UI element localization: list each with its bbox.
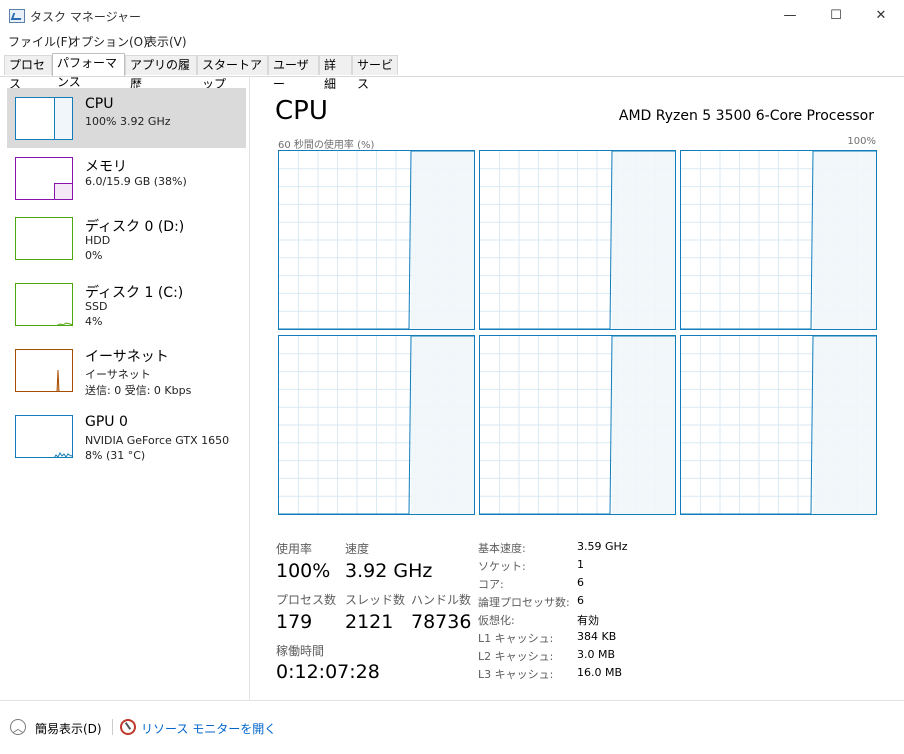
tab-processes[interactable]: プロセス bbox=[4, 55, 52, 91]
sidebar-disk1-type: SSD bbox=[85, 300, 108, 313]
spec-value: 384 KB bbox=[577, 630, 617, 643]
core-graph-5 bbox=[680, 335, 877, 515]
handle-count-value: 78736 bbox=[411, 611, 472, 633]
spec-label: 仮想化: bbox=[478, 614, 515, 627]
process-count-value: 179 bbox=[276, 611, 313, 633]
sidebar-item-memory[interactable]: メモリ 6.0/15.9 GB (38%) bbox=[7, 148, 246, 208]
spec-label: 論理プロセッサ数: bbox=[478, 596, 570, 609]
close-button[interactable]: ✕ bbox=[858, 0, 904, 31]
sidebar-cpu-title: CPU bbox=[85, 96, 114, 112]
cpu-thumbnail-graph bbox=[15, 97, 73, 140]
sidebar-disk0-title: ディスク 0 (D:) bbox=[85, 219, 185, 235]
chevron-up-icon[interactable]: ︿ bbox=[10, 719, 26, 735]
core-graph-0 bbox=[278, 150, 475, 330]
sidebar-ethernet-title: イーサネット bbox=[85, 349, 169, 365]
core-graph-4 bbox=[479, 335, 676, 515]
spec-value: 16.0 MB bbox=[577, 666, 623, 679]
spec-label: コア: bbox=[478, 578, 504, 591]
spec-value: 6 bbox=[577, 576, 584, 589]
sidebar-disk1-usage: 4% bbox=[85, 315, 103, 328]
uptime-label: 稼働時間 bbox=[276, 644, 325, 658]
footer-divider bbox=[112, 719, 113, 735]
sidebar-gpu-model: NVIDIA GeForce GTX 1650 bbox=[85, 434, 230, 447]
window-title: タスク マネージャー bbox=[30, 10, 141, 24]
spec-label: ソケット: bbox=[478, 560, 526, 573]
menu-view[interactable]: 表示(V) bbox=[145, 33, 187, 50]
tab-details[interactable]: 詳細 bbox=[319, 55, 352, 91]
thread-count-value: 2121 bbox=[345, 611, 394, 633]
process-count-label: プロセス数 bbox=[276, 593, 337, 607]
speed-label: 速度 bbox=[345, 542, 370, 556]
gpu-thumbnail-graph bbox=[15, 415, 73, 458]
spec-value: 1 bbox=[577, 558, 584, 571]
fewer-details-button[interactable]: 簡易表示(D) bbox=[35, 720, 102, 737]
spec-label: L1 キャッシュ: bbox=[478, 632, 554, 645]
tab-performance[interactable]: パフォーマンス bbox=[52, 53, 125, 89]
task-manager-icon bbox=[9, 9, 25, 23]
uptime-value: 0:12:07:28 bbox=[276, 661, 380, 683]
spec-label: 基本速度: bbox=[478, 542, 526, 555]
core-graph-2 bbox=[680, 150, 877, 330]
menu-options[interactable]: オプション(O) bbox=[69, 33, 148, 50]
tab-app-history[interactable]: アプリの履歴 bbox=[125, 55, 197, 91]
graph-max-label: 100% bbox=[847, 136, 876, 147]
sidebar-memory-usage: 6.0/15.9 GB (38%) bbox=[85, 175, 187, 188]
sidebar-ethernet-throughput: 送信: 0 受信: 0 Kbps bbox=[85, 384, 192, 397]
sidebar-memory-title: メモリ bbox=[85, 159, 127, 175]
sidebar-disk1-title: ディスク 1 (C:) bbox=[85, 285, 184, 301]
core-graph-3 bbox=[278, 335, 475, 515]
tab-services[interactable]: サービス bbox=[352, 55, 398, 91]
sidebar-item-disk-1[interactable]: ディスク 1 (C:) SSD 4% bbox=[7, 274, 246, 334]
open-resource-monitor-link[interactable]: リソース モニターを開く bbox=[141, 720, 276, 737]
page-title: CPU bbox=[275, 96, 328, 126]
sidebar-item-disk-0[interactable]: ディスク 0 (D:) HDD 0% bbox=[7, 208, 246, 268]
spec-label: L3 キャッシュ: bbox=[478, 668, 554, 681]
sidebar-ethernet-name: イーサネット bbox=[85, 368, 151, 381]
core-graph-1 bbox=[479, 150, 676, 330]
spec-value: 3.0 MB bbox=[577, 648, 616, 661]
spec-value: 有効 bbox=[577, 614, 599, 627]
tab-users[interactable]: ユーザー bbox=[268, 55, 319, 91]
maximize-button[interactable]: ☐ bbox=[813, 0, 859, 31]
minimize-button[interactable]: — bbox=[767, 0, 813, 31]
sidebar-item-cpu[interactable]: CPU 100% 3.92 GHz bbox=[7, 88, 246, 148]
usage-label: 使用率 bbox=[276, 542, 313, 556]
sidebar-gpu-title: GPU 0 bbox=[85, 414, 128, 430]
spec-value: 6 bbox=[577, 594, 584, 607]
tab-startup[interactable]: スタートアップ bbox=[197, 55, 268, 91]
thread-count-label: スレッド数 bbox=[345, 593, 406, 607]
spec-label: L2 キャッシュ: bbox=[478, 650, 554, 663]
sidebar-item-ethernet[interactable]: イーサネット イーサネット 送信: 0 受信: 0 Kbps bbox=[7, 340, 246, 400]
sidebar-item-gpu[interactable]: GPU 0 NVIDIA GeForce GTX 1650 8% (31 °C) bbox=[7, 406, 246, 466]
sidebar-cpu-usage: 100% 3.92 GHz bbox=[85, 115, 171, 128]
disk0-thumbnail-graph bbox=[15, 217, 73, 260]
sidebar-disk0-type: HDD bbox=[85, 234, 111, 247]
cpu-model-name: AMD Ryzen 5 3500 6-Core Processor bbox=[618, 108, 874, 124]
graph-axis-label: 60 秒間の使用率 (%) bbox=[278, 140, 375, 151]
sidebar-gpu-usage: 8% (31 °C) bbox=[85, 449, 146, 462]
speed-value: 3.92 GHz bbox=[345, 560, 433, 582]
resource-monitor-icon[interactable] bbox=[120, 719, 136, 735]
handle-count-label: ハンドル数 bbox=[411, 593, 472, 607]
ethernet-thumbnail-graph bbox=[15, 349, 73, 392]
disk1-thumbnail-graph bbox=[15, 283, 73, 326]
sidebar-disk0-usage: 0% bbox=[85, 249, 103, 262]
spec-value: 3.59 GHz bbox=[577, 540, 628, 553]
memory-thumbnail-graph bbox=[15, 157, 73, 200]
usage-value: 100% bbox=[276, 560, 331, 582]
menu-file[interactable]: ファイル(F) bbox=[8, 33, 72, 50]
